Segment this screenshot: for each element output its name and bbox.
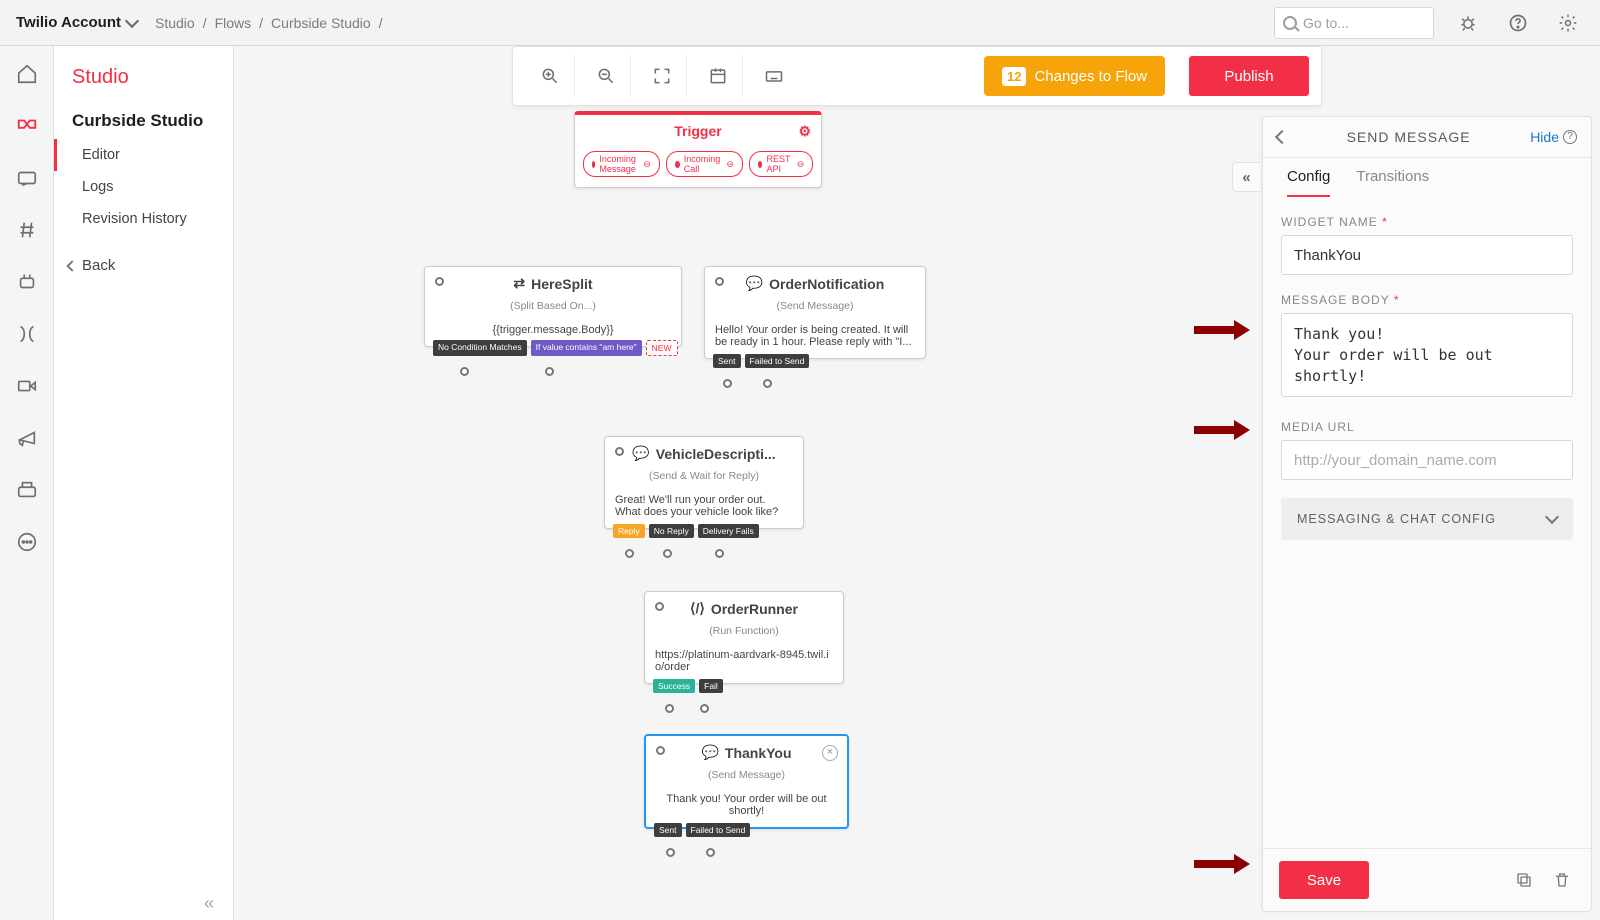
debug-icon[interactable]: [1452, 7, 1484, 39]
widget-vehicledescription[interactable]: 💬 VehicleDescripti... (Send & Wait for R…: [604, 436, 804, 529]
widget-orderrunner[interactable]: ⟨/⟩ OrderRunner (Run Function) https://p…: [644, 591, 844, 684]
autopilot-icon[interactable]: [13, 268, 41, 296]
search-icon: [1283, 16, 1297, 30]
breadcrumbs: Studio/ Flows/ Curbside Studio/: [155, 15, 383, 31]
marketing-icon[interactable]: [13, 424, 41, 452]
widget-trigger[interactable]: Trigger ⚙ Incoming Message ⊖ Incoming Ca…: [574, 111, 822, 188]
conversations-icon[interactable]: [13, 164, 41, 192]
back-link[interactable]: Back: [68, 257, 233, 274]
settings-icon[interactable]: [1552, 7, 1584, 39]
crumb[interactable]: Curbside Studio: [271, 15, 371, 31]
duplicate-icon[interactable]: [1511, 867, 1537, 893]
nav-revision-history[interactable]: Revision History: [68, 203, 233, 235]
nav-editor[interactable]: Editor: [54, 139, 233, 171]
widget-ordernotification[interactable]: 💬 OrderNotification (Send Message) Hello…: [704, 266, 926, 359]
delete-icon[interactable]: [1549, 867, 1575, 893]
sidebar-collapse-icon[interactable]: «: [204, 893, 214, 914]
sidebar-title: Studio: [68, 66, 233, 99]
widget-heresplit[interactable]: ⇄ HereSplit (Split Based On...) {{trigge…: [424, 266, 682, 347]
panel-hide[interactable]: Hide ?: [1530, 129, 1577, 145]
tab-config[interactable]: Config: [1287, 168, 1330, 197]
annotation-arrow: [1194, 320, 1250, 340]
video-icon[interactable]: [13, 372, 41, 400]
widget-thankyou[interactable]: × 💬 ThankYou (Send Message) Thank you! Y…: [644, 734, 849, 829]
pill: REST API ⊖: [749, 151, 813, 177]
panel-collapse-handle[interactable]: «: [1232, 162, 1260, 192]
crumb[interactable]: Flows: [215, 15, 252, 31]
help-icon[interactable]: [1502, 7, 1534, 39]
panel-title: SEND MESSAGE: [1347, 129, 1471, 145]
canvas[interactable]: 12 Changes to Flow Publish Trig: [234, 46, 1600, 920]
search-box[interactable]: Go to...: [1274, 7, 1434, 39]
annotation-arrow: [1194, 854, 1250, 874]
tab-transitions[interactable]: Transitions: [1356, 168, 1429, 197]
crumb[interactable]: Studio: [155, 15, 195, 31]
search-placeholder: Go to...: [1303, 15, 1349, 31]
flow-name: Curbside Studio: [68, 99, 233, 139]
chevron-left-icon: [66, 260, 77, 271]
chevron-down-icon: [1545, 510, 1559, 524]
sidebar: Studio Curbside Studio Editor Logs Revis…: [54, 46, 234, 920]
messaging-config-accordion[interactable]: MESSAGING & CHAT CONFIG: [1281, 498, 1573, 540]
more-icon[interactable]: [13, 528, 41, 556]
functions-icon[interactable]: [13, 320, 41, 348]
account-name: Twilio Account: [16, 14, 121, 31]
inspector-panel: SEND MESSAGE Hide ? Config Transitions W…: [1262, 116, 1592, 912]
media-url-input[interactable]: [1281, 440, 1573, 480]
panel-back-icon[interactable]: [1275, 130, 1289, 144]
studio-icon[interactable]: [13, 112, 41, 140]
hash-icon[interactable]: [13, 216, 41, 244]
home-icon[interactable]: [13, 60, 41, 88]
widget-name-input[interactable]: [1281, 235, 1573, 275]
pill: Incoming Call ⊖: [666, 151, 743, 177]
annotation-arrow: [1194, 420, 1250, 440]
gear-icon[interactable]: ⚙: [798, 123, 811, 140]
connectors: [234, 46, 534, 196]
chevron-down-icon: [125, 13, 139, 27]
account-switcher[interactable]: Twilio Account: [16, 14, 137, 31]
nav-logs[interactable]: Logs: [68, 171, 233, 203]
message-body-input[interactable]: [1281, 313, 1573, 397]
nav-rail: [0, 46, 54, 920]
pill: Incoming Message ⊖: [583, 151, 660, 177]
save-button[interactable]: Save: [1279, 861, 1369, 899]
topbar: Twilio Account Studio/ Flows/ Curbside S…: [0, 0, 1600, 46]
interconnect-icon[interactable]: [13, 476, 41, 504]
